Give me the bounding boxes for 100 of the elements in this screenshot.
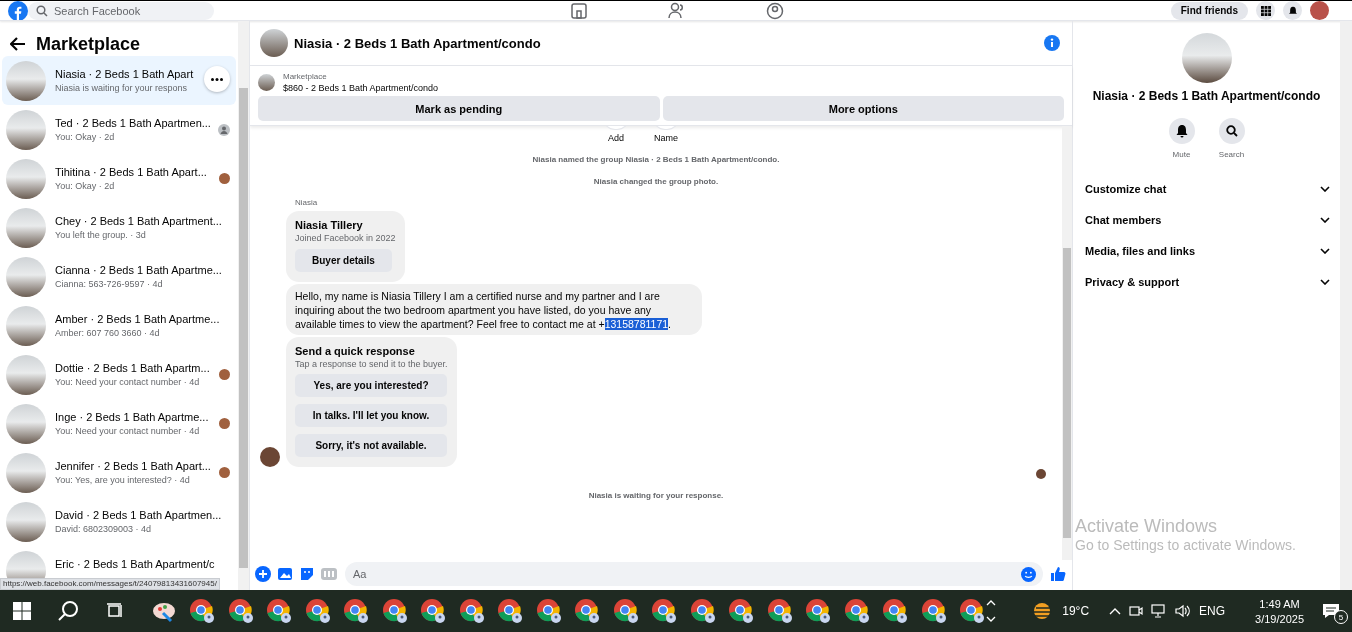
chat-avatar [260,29,288,57]
find-friends-button[interactable]: Find friends [1170,1,1248,20]
quick-response-button[interactable]: In talks. I'll let you know. [295,404,447,427]
details-title: Niasia · 2 Beds 1 Bath Apartment/condo [1092,89,1321,103]
thumbs-up-icon[interactable] [1050,566,1066,582]
listing-photo-placeholder [6,207,46,248]
browser-app-icon[interactable] [843,598,870,624]
back-arrow-icon[interactable] [10,37,26,51]
conversation-item[interactable]: Chey · 2 Beds 1 Bath Apartment... You left the group. · 3d [2,203,236,252]
windows-start-icon[interactable] [13,602,31,620]
search-field[interactable]: Search Facebook [28,1,214,20]
browser-app-icon[interactable] [381,598,408,624]
conversation-item[interactable]: Jennifer · 2 Beds 1 Bath Apart... You: Yes, are you interested? · 4d [2,448,236,497]
conversation-title: Amber · 2 Beds 1 Bath Apartme... [55,312,220,325]
listing-photo-placeholder [258,74,275,91]
browser-app-icon[interactable] [612,598,639,624]
group-action-button[interactable]: Name [653,126,679,143]
browser-app-icon[interactable] [189,598,215,624]
activation-watermark-title: Activate Windows [1075,516,1219,537]
browser-app-icon[interactable] [805,598,831,624]
browser-app-icon[interactable] [689,598,716,624]
language-indicator[interactable]: ENG [1199,604,1226,618]
browser-app-icon[interactable] [574,598,600,624]
conversation-item[interactable]: Amber · 2 Beds 1 Bath Apartme... Amber: 607 760 3660 · 4d [2,301,236,350]
quick-response-button[interactable]: Yes, are you interested? [295,374,447,397]
scrollbar[interactable] [1062,126,1072,560]
listing-photo-placeholder [6,305,46,346]
speaker-icon[interactable] [1175,604,1192,618]
search-icon[interactable] [57,600,80,622]
facebook-logo-icon[interactable] [8,1,28,20]
seen-avatar [219,418,230,429]
conversation-item[interactable]: Cianna · 2 Beds 1 Bath Apartme... Cianna: 563-726-9597 · 4d [2,252,236,301]
menu-button[interactable] [1256,1,1275,20]
seen-avatar [219,369,230,380]
browser-app-icon[interactable] [882,598,908,624]
browser-app-icon[interactable] [766,598,793,624]
browser-app-icon[interactable] [535,598,562,624]
conversation-item[interactable]: David · 2 Beds 1 Bath Apartmen... David: 6802309003 · 4d [2,497,236,546]
conversation-title: Chey · 2 Beds 1 Bath Apartment... [55,214,222,227]
quick-response-title: Send a quick response [295,345,415,357]
notifications-button[interactable] [1283,1,1302,20]
message-input-field[interactable]: Aa [345,562,1043,586]
browser-app-icon[interactable] [304,598,331,624]
details-section-toggle[interactable]: Customize chat [1073,173,1340,204]
listing-action-button[interactable]: More options [662,96,1064,121]
account-avatar[interactable] [1310,1,1329,20]
group-action-button[interactable]: Add [603,126,629,143]
camera-icon[interactable] [1129,604,1144,618]
temperature-text[interactable]: 19°C [1062,604,1090,618]
browser-app-icon[interactable] [497,598,523,624]
task-view-icon[interactable] [106,602,124,620]
groups-icon[interactable] [766,1,784,20]
more-options-button[interactable] [204,66,230,92]
browser-app-icon[interactable] [458,598,485,624]
details-section-toggle[interactable]: Media, files and links [1073,235,1340,266]
browser-app-icon[interactable] [420,598,446,624]
sidebar-title: Marketplace [36,33,141,55]
scrollbar[interactable] [238,21,249,590]
people-icon[interactable] [668,1,686,20]
plus-icon[interactable] [255,566,271,582]
conversation-item[interactable]: Dottie · 2 Beds 1 Bath Apartm... You: Need your contact number · 4d [2,350,236,399]
buyer-joined-text: Joined Facebook in 2022 [295,233,396,243]
listing-label: Marketplace [283,72,328,81]
listing-photo-placeholder [6,501,46,542]
emoji-icon[interactable] [1021,566,1036,582]
search-icon [1225,125,1238,137]
chevron-up-icon[interactable] [1109,607,1122,615]
chat-title: Niasia · 2 Beds 1 Bath Apartment/condo [294,35,541,51]
sticker-icon[interactable] [299,566,315,582]
browser-app-icon[interactable] [266,598,292,624]
clock[interactable]: 1:49 AM 3/19/2025 [1255,597,1304,625]
conversation-item[interactable]: Inge · 2 Beds 1 Bath Apartme... You: Need your contact number · 4d [2,399,236,448]
listing-action-button[interactable]: Mark as pending [258,96,660,121]
notification-count-badge: 5 [1334,610,1348,624]
details-section-toggle[interactable]: Chat members [1073,204,1340,235]
browser-app-icon[interactable] [343,598,369,624]
browser-app-icon[interactable] [959,598,985,624]
network-icon[interactable] [1151,604,1168,618]
system-notice: Niasia named the group Niasia · 2 Beds 1 Bath Apartment/condo. [531,155,781,164]
listing-title[interactable]: $860 - 2 Beds 1 Bath Apartment/condo [283,83,439,93]
notification-center-icon[interactable] [1322,603,1340,619]
conversation-preview: David: 6802309003 · 4d [55,523,153,534]
quick-response-button[interactable]: Sorry, it's not available. [295,434,447,457]
conversation-title: Dottie · 2 Beds 1 Bath Apartm... [55,361,210,374]
browser-app-icon[interactable] [728,598,754,624]
marketplace-icon[interactable] [570,1,588,20]
conversation-item[interactable]: Ted · 2 Beds 1 Bath Apartmen... You: Okay · 2d [2,105,236,154]
browser-app-icon[interactable] [920,598,947,624]
seen-avatar-icon [218,124,230,136]
browser-app-icon[interactable] [651,598,677,624]
info-icon[interactable] [1044,35,1060,51]
listing-photo-placeholder [6,256,46,297]
browser-app-icon[interactable] [227,598,254,624]
conversation-item[interactable]: Tihitina · 2 Beds 1 Bath Apart... You: Okay · 2d [2,154,236,203]
waiting-notice: Niasia is waiting for your response. [587,491,725,500]
buyer-details-button[interactable]: Buyer details [295,249,392,272]
conversation-item[interactable]: Niasia · 2 Beds 1 Bath Apart Niasia is waiting for your respons [2,56,236,105]
photo-icon[interactable] [277,566,293,582]
details-section-toggle[interactable]: Privacy & support [1073,266,1340,297]
conversation-title: Jennifer · 2 Beds 1 Bath Apart... [55,459,211,472]
